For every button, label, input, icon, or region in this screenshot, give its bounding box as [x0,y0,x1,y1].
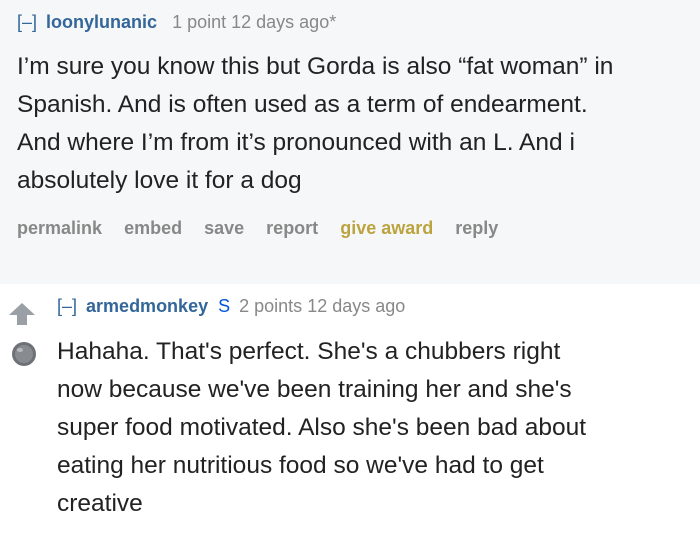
body-line: And where I’m from it’s pronounced with … [17,129,575,156]
give-award-link[interactable]: give award [340,218,433,238]
body-line: creative [57,490,143,517]
collapse-toggle[interactable]: [–] [57,296,77,316]
body-line: now because we've been training her and … [57,376,572,403]
body-line: eating her nutritious food so we've had … [57,452,544,479]
collapse-toggle[interactable]: [–] [17,12,37,32]
embed-link[interactable]: embed [124,218,182,238]
body-line: Spanish. And is often used as a term of … [17,91,588,118]
body-line: I’m sure you know this but Gorda is also… [17,53,614,80]
report-link[interactable]: report [266,218,318,238]
comment-body: I’m sure you know this but Gorda is also… [17,48,697,200]
body-line: absolutely love it for a dog [17,167,302,194]
permalink-link[interactable]: permalink [17,218,102,238]
timestamp[interactable]: 12 days ago [307,296,405,316]
comment-meta: [–] loonylunanic 1 point 12 days ago* [17,12,336,33]
author-link[interactable]: loonylunanic [46,12,157,32]
timestamp[interactable]: 12 days ago* [231,12,336,32]
reply-link[interactable]: reply [455,218,498,238]
submitter-badge: S [218,296,231,316]
score: 1 point [172,12,227,32]
upvote-arrow-icon[interactable] [8,302,36,326]
award-medal-icon [12,342,36,366]
score: 2 points [239,296,303,316]
author-link[interactable]: armedmonkey [86,296,208,316]
comment-meta: [–] armedmonkey S 2 points 12 days ago [57,296,405,317]
comment-loonylunanic: [–] loonylunanic 1 point 12 days ago* I’… [0,0,700,284]
comment-actions: permalink embed save report give award r… [17,218,515,239]
body-line: Hahaha. That's perfect. She's a chubbers… [57,338,561,365]
comment-body: Hahaha. That's perfect. She's a chubbers… [57,333,697,523]
save-link[interactable]: save [204,218,244,238]
body-line: super food motivated. Also she's been ba… [57,414,587,441]
